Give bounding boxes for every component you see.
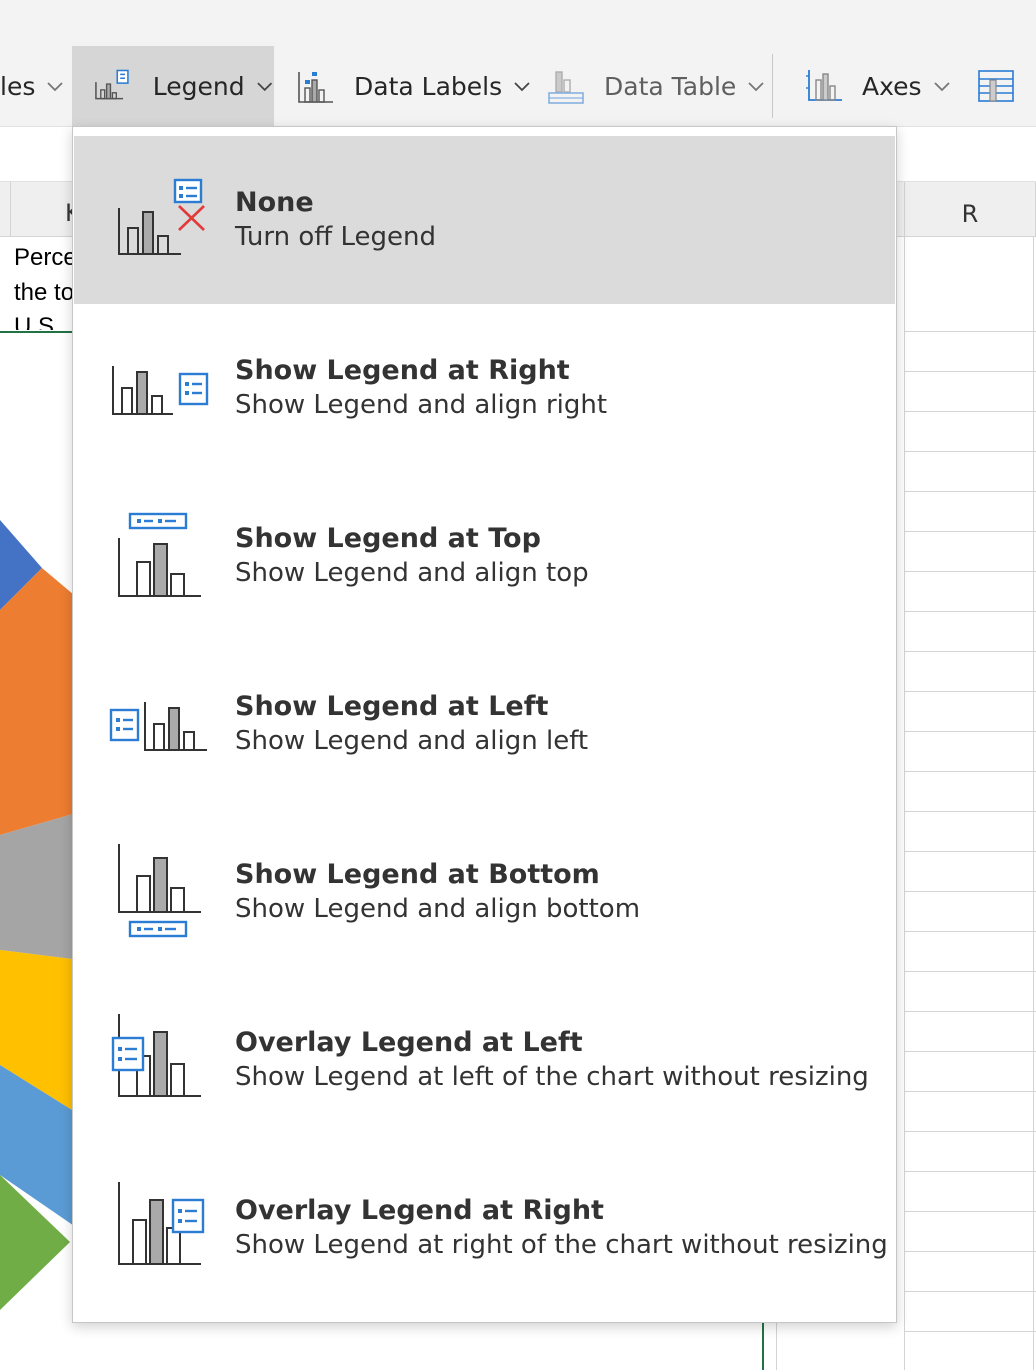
column-header-r[interactable]: R <box>904 182 1036 236</box>
grid-column-line <box>776 1322 777 1370</box>
gridlines-icon <box>978 70 1014 102</box>
menu-item-legend-bottom[interactable]: Show Legend at Bottom Show Legend and al… <box>74 808 895 976</box>
menu-item-title: Overlay Legend at Right <box>235 1195 604 1226</box>
legend-bottom-icon <box>118 844 201 938</box>
menu-item-overlay-legend-left[interactable]: Overlay Legend at Left Show Legend at le… <box>74 976 895 1144</box>
grid-row-line <box>904 331 1036 332</box>
grid-row-line <box>904 1131 1036 1132</box>
legend-right-icon <box>112 366 209 415</box>
grid-row-line <box>904 731 1036 732</box>
legend-none-icon <box>118 178 205 255</box>
menu-item-description: Show Legend and align bottom <box>235 894 641 924</box>
menu-item-title: Show Legend at Bottom <box>235 859 600 890</box>
grid-rows <box>904 237 1036 1370</box>
grid-row-line <box>904 691 1036 692</box>
gridlines-button[interactable] <box>976 46 1034 126</box>
grid-row-line <box>904 1331 1036 1332</box>
pie-slice-orange <box>0 568 80 835</box>
chevron-down-icon <box>933 82 950 92</box>
chevron-down-icon <box>47 82 63 92</box>
grid-row-line <box>904 651 1036 652</box>
chevron-down-icon <box>514 82 530 92</box>
grid-row-line <box>904 371 1036 372</box>
menu-item-title: Show Legend at Left <box>235 691 549 722</box>
grid-row-line <box>904 1091 1036 1092</box>
grid-row-line <box>904 971 1036 972</box>
grid-row-line <box>904 1211 1036 1212</box>
legend-icon <box>95 69 129 100</box>
grid-row-line <box>904 771 1036 772</box>
menu-item-title: Show Legend at Top <box>235 523 541 554</box>
menu-item-description: Show Legend and align top <box>235 558 589 588</box>
menu-item-description: Show Legend at right of the chart withou… <box>235 1230 888 1260</box>
grid-row-line <box>904 451 1036 452</box>
chevron-down-icon <box>256 82 272 92</box>
grid-row-line <box>904 491 1036 492</box>
menu-item-description: Show Legend and align right <box>235 390 608 420</box>
selection-border <box>0 331 72 333</box>
grid-row-line <box>904 1291 1036 1292</box>
grid-row-line <box>904 1251 1036 1252</box>
chart-titles-button[interactable]: les <box>0 46 65 126</box>
data-labels-icon <box>298 72 333 103</box>
menu-item-legend-right[interactable]: Show Legend at Right Show Legend and ali… <box>74 304 895 472</box>
grid-row-line <box>904 891 1036 892</box>
menu-item-legend-left[interactable]: Show Legend at Left Show Legend and alig… <box>74 640 895 808</box>
data-labels-label: Data Labels <box>354 71 503 101</box>
axes-button[interactable]: Axes <box>804 46 952 126</box>
chevron-down-icon <box>748 82 764 92</box>
menu-item-description: Show Legend at left of the chart without… <box>235 1062 869 1092</box>
pie-chart-fragment <box>0 520 80 1310</box>
menu-item-title: None <box>235 187 314 218</box>
chart-ribbon: les Legend Data Labels Data Table Axes <box>0 0 1036 127</box>
grid-row-line <box>904 571 1036 572</box>
chart-titles-label: les <box>0 71 36 101</box>
cell-text-line: U.S. <box>14 313 61 330</box>
grid-row-line <box>904 1051 1036 1052</box>
menu-item-legend-none[interactable]: None Turn off Legend <box>74 136 895 304</box>
grid-row-line <box>904 811 1036 812</box>
column-header-k[interactable]: K <box>10 182 73 236</box>
grid-row-line <box>904 931 1036 932</box>
cell-text-line: the to <box>14 279 75 306</box>
grid-row-line <box>904 411 1036 412</box>
data-labels-button[interactable]: Data Labels <box>296 46 532 126</box>
legend-top-icon <box>118 512 201 597</box>
grid-row-line <box>904 1171 1036 1172</box>
ribbon-separator <box>772 54 773 118</box>
menu-item-title: Overlay Legend at Left <box>235 1027 583 1058</box>
menu-item-description: Show Legend and align left <box>235 726 589 756</box>
menu-item-description: Turn off Legend <box>235 222 436 252</box>
legend-dropdown-menu: None Turn off Legend Show Legend at Righ… <box>72 126 897 1323</box>
pie-slice-gray <box>0 812 80 960</box>
axes-icon <box>806 70 842 101</box>
menu-item-legend-top[interactable]: Show Legend at Top Show Legend and align… <box>74 472 895 640</box>
legend-left-icon <box>109 702 207 751</box>
menu-item-overlay-legend-right[interactable]: Overlay Legend at Right Show Legend at r… <box>74 1144 895 1312</box>
data-table-label: Data Table <box>604 71 737 101</box>
overlay-legend-left-icon <box>111 1014 201 1097</box>
cell-text-line: Perce <box>14 244 77 271</box>
axes-label: Axes <box>862 71 922 101</box>
menu-item-title: Show Legend at Right <box>235 355 570 386</box>
grid-row-line <box>904 1011 1036 1012</box>
data-table-icon <box>548 71 584 104</box>
legend-button[interactable]: Legend <box>72 46 274 126</box>
grid-row-line <box>904 851 1036 852</box>
grid-row-line <box>904 611 1036 612</box>
chart-border-line <box>762 1322 764 1370</box>
data-table-button[interactable]: Data Table <box>546 46 766 126</box>
grid-row-line <box>904 531 1036 532</box>
overlay-legend-right-icon <box>118 1182 205 1265</box>
legend-button-label: Legend <box>152 71 245 101</box>
